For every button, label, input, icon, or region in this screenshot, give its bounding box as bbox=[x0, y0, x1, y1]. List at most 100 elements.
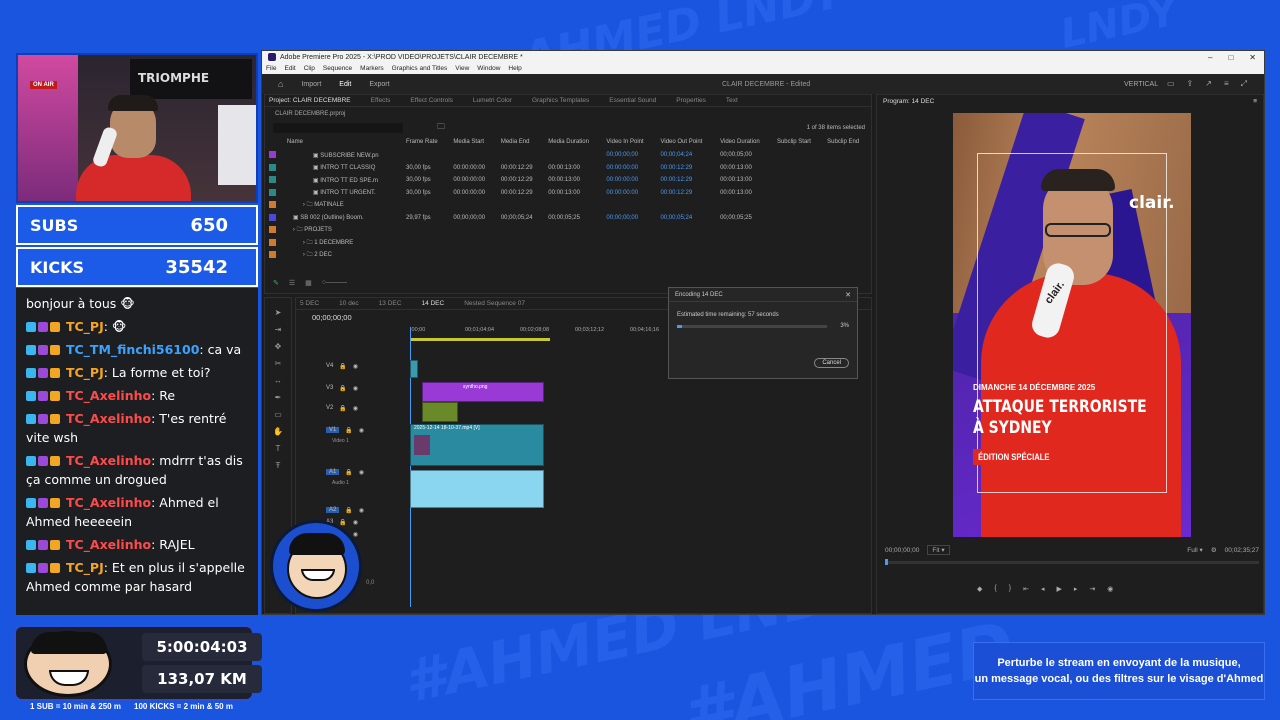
chat-username[interactable]: TC_Axelinho bbox=[66, 388, 151, 403]
clip-v1-mp4[interactable]: 2025-12-14 18-10-37.mp4 [V] bbox=[410, 424, 544, 466]
menu-item-clip[interactable]: Clip bbox=[304, 65, 315, 72]
sequence-tab[interactable]: 10 dec bbox=[339, 300, 359, 307]
clip-a1[interactable] bbox=[410, 470, 544, 508]
dialog-close-icon[interactable]: ✕ bbox=[845, 291, 851, 299]
lock-icon[interactable]: 🔒 bbox=[339, 519, 346, 526]
track-header-v1[interactable]: V1 🔒 ◉ bbox=[296, 424, 406, 436]
rectangle-tool-icon[interactable]: ▭ bbox=[274, 410, 282, 419]
panel-tab[interactable]: Properties bbox=[676, 97, 706, 104]
clip-v3-png[interactable]: syntho.png bbox=[422, 382, 544, 402]
panel-tab[interactable]: Text bbox=[726, 97, 738, 104]
program-timecode[interactable]: 00;00;00;00 bbox=[885, 547, 919, 554]
track-label[interactable]: V3 bbox=[326, 385, 333, 391]
step-back-icon[interactable]: ◂ bbox=[1041, 585, 1045, 593]
play-icon[interactable]: ▶ bbox=[1056, 585, 1061, 593]
track-header-a1[interactable]: A1 🔒 ◉ bbox=[296, 466, 406, 478]
menu-item-view[interactable]: View bbox=[455, 65, 469, 72]
lock-icon[interactable]: 🔒 bbox=[345, 507, 352, 514]
track-select-icon[interactable]: ⇥ bbox=[275, 325, 282, 334]
step-forward-icon[interactable]: ▸ bbox=[1074, 585, 1078, 593]
menu-item-help[interactable]: Help bbox=[508, 65, 521, 72]
folder-icon[interactable]: 🗀 bbox=[437, 121, 445, 135]
go-to-out-icon[interactable]: ⇥ bbox=[1089, 585, 1095, 593]
sequence-tab[interactable]: Nested Sequence 07 bbox=[464, 300, 525, 307]
menu-item-file[interactable]: File bbox=[266, 65, 276, 72]
workspace-tab-export[interactable]: Export bbox=[369, 81, 389, 88]
project-row[interactable]: ▣ SB 002 (Outline) Boom. 29,97 fps 00;00;0… bbox=[265, 212, 871, 225]
hand-tool-icon[interactable]: ✋ bbox=[273, 427, 283, 436]
icon-view-icon[interactable]: ▦ bbox=[305, 279, 312, 287]
lock-icon[interactable]: 🔒 bbox=[339, 363, 346, 370]
column-header[interactable]: Frame Rate bbox=[402, 135, 449, 149]
menu-item-window[interactable]: Window bbox=[477, 65, 500, 72]
project-row[interactable]: ▣ SUBSCRIBE NEW.pn 00;00;00;00 00;00;04;24… bbox=[265, 149, 871, 162]
project-row[interactable]: › 🗀 MATINALE bbox=[265, 199, 871, 212]
column-header[interactable]: Video In Point bbox=[602, 135, 656, 149]
caption-tool-icon[interactable]: Ŧ bbox=[276, 461, 281, 470]
lock-icon[interactable]: 🔒 bbox=[339, 405, 346, 412]
marker-icon[interactable]: ◆ bbox=[977, 585, 982, 593]
go-to-in-icon[interactable]: ⇤ bbox=[1023, 585, 1029, 593]
visibility-icon[interactable]: ◉ bbox=[359, 427, 364, 434]
mark-out-icon[interactable]: } bbox=[1009, 585, 1011, 593]
project-row[interactable]: ▣ INTRO TT CLASSIQ 30,00 fps 00:00:00:00 00… bbox=[265, 162, 871, 175]
track-label[interactable]: A2 bbox=[326, 507, 340, 513]
minimize-icon[interactable]: – bbox=[1208, 53, 1212, 62]
home-icon[interactable]: ⌂ bbox=[278, 79, 283, 89]
chat-username[interactable]: TC_Axelinho bbox=[66, 411, 151, 426]
chat-username[interactable]: TC_PJ bbox=[66, 319, 104, 334]
maximize-icon[interactable]: □ bbox=[1228, 53, 1233, 62]
selection-tool-icon[interactable]: ➤ bbox=[275, 308, 282, 317]
chat-username[interactable]: TC_PJ bbox=[66, 365, 104, 380]
chat-username[interactable]: TC_Axelinho bbox=[66, 453, 151, 468]
playhead[interactable] bbox=[885, 559, 888, 565]
chat-username[interactable]: TC_TM_finchi56100 bbox=[66, 342, 199, 357]
menu-item-graphics-and-titles[interactable]: Graphics and Titles bbox=[392, 65, 448, 72]
menu-item-sequence[interactable]: Sequence bbox=[323, 65, 352, 72]
workspace-tab-import[interactable]: Import bbox=[301, 81, 321, 88]
visibility-icon[interactable]: ◉ bbox=[359, 469, 364, 476]
track-label[interactable]: V1 bbox=[326, 427, 340, 433]
track-label[interactable]: A1 bbox=[326, 469, 340, 475]
column-header[interactable]: Video Out Point bbox=[656, 135, 716, 149]
program-fit-select[interactable]: Fit ▾ bbox=[927, 545, 950, 555]
visibility-icon[interactable]: ◉ bbox=[353, 531, 358, 538]
close-icon[interactable]: ✕ bbox=[1249, 53, 1256, 62]
razor-tool-icon[interactable]: ✂ bbox=[275, 359, 282, 368]
panel-tab[interactable]: Project: CLAIR DECEMBRE bbox=[269, 97, 351, 104]
list-view-icon[interactable]: ☰ bbox=[289, 279, 295, 287]
zoom-slider[interactable]: ○——— bbox=[322, 279, 347, 287]
project-row[interactable]: › 🗀 PROJETS bbox=[265, 224, 871, 237]
ripple-edit-icon[interactable]: ✥ bbox=[275, 342, 282, 351]
pencil-icon[interactable]: ✎ bbox=[273, 279, 279, 287]
wrench-icon[interactable]: ⚙ bbox=[1211, 546, 1217, 554]
visibility-icon[interactable]: ◉ bbox=[353, 519, 358, 526]
project-row[interactable]: › 🗀 2 DEC bbox=[265, 249, 871, 262]
camera-icon[interactable]: ◉ bbox=[1107, 585, 1113, 593]
track-header-a2[interactable]: A2 🔒 ◉ bbox=[296, 504, 406, 516]
chat-username[interactable]: TC_Axelinho bbox=[66, 537, 151, 552]
panel-tab[interactable]: Effect Controls bbox=[410, 97, 453, 104]
menu-item-markers[interactable]: Markers bbox=[360, 65, 383, 72]
project-row[interactable]: ▣ INTRO TT ED SPE.m 30,00 fps 00:00:00:00 0… bbox=[265, 174, 871, 187]
column-header[interactable]: Media End bbox=[497, 135, 544, 149]
column-header[interactable]: Video Duration bbox=[716, 135, 773, 149]
lock-icon[interactable]: 🔒 bbox=[345, 469, 352, 476]
column-header[interactable]: Media Duration bbox=[544, 135, 602, 149]
visibility-icon[interactable]: ◉ bbox=[353, 363, 358, 370]
track-header-v4[interactable]: V4 🔒 ◉ bbox=[296, 360, 406, 372]
chat-username[interactable]: TC_PJ bbox=[66, 560, 104, 575]
column-header[interactable]: Subclip Start bbox=[773, 135, 823, 149]
chat-username[interactable]: TC_Axelinho bbox=[66, 495, 151, 510]
cancel-button[interactable]: Cancel bbox=[814, 358, 849, 368]
clip-v2[interactable] bbox=[422, 402, 458, 422]
track-label[interactable]: V2 bbox=[326, 405, 333, 411]
track-header-v3[interactable]: V3 🔒 ◉ bbox=[296, 382, 406, 394]
header-icons[interactable]: ▭⇪↗≡⤢ bbox=[1167, 79, 1259, 89]
sequence-tab[interactable]: 14 DEC bbox=[421, 300, 444, 307]
column-header[interactable]: Name bbox=[283, 135, 402, 149]
track-header-v2[interactable]: V2 🔒 ◉ bbox=[296, 402, 406, 414]
workspace-label[interactable]: VERTICAL bbox=[1124, 81, 1158, 88]
panel-tab[interactable]: Graphics Templates bbox=[532, 97, 589, 104]
sequence-tab[interactable]: 5 DEC bbox=[300, 300, 319, 307]
